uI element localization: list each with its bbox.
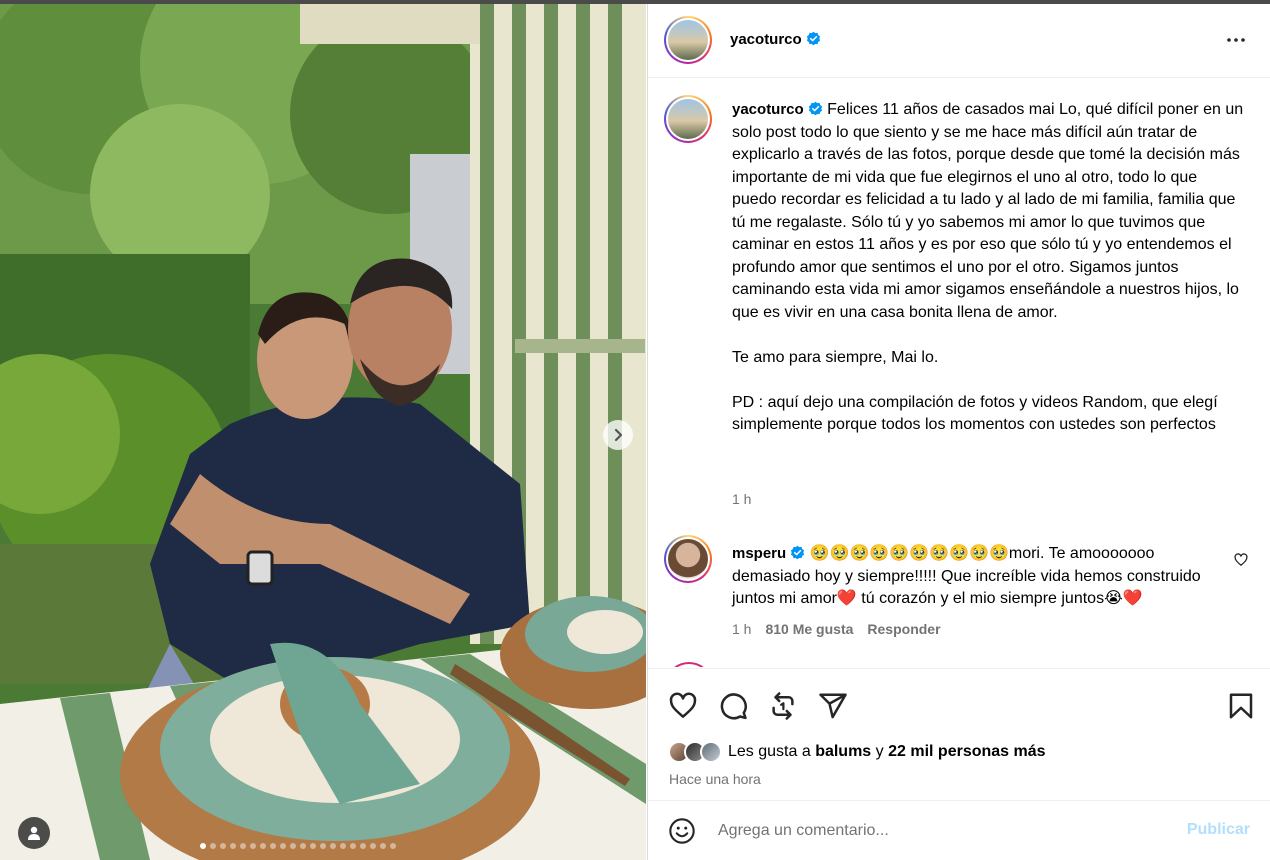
repost-icon[interactable] [768,691,798,721]
post-photo [0,4,646,860]
comment-reply-button[interactable]: Responder [867,621,940,637]
publish-button[interactable]: Publicar [1187,821,1250,839]
tagged-users-button[interactable] [18,817,50,849]
carousel-next-button[interactable] [603,420,633,450]
next-comment-avatar-peek [665,662,713,667]
carousel-dot [240,843,246,849]
caption-author-username[interactable]: yacoturco [732,101,823,118]
carousel-dot [340,843,346,849]
bookmark-icon[interactable] [1226,691,1256,721]
carousel-dot [310,843,316,849]
add-comment-bar: Publicar [648,800,1270,860]
carousel-dot [290,843,296,849]
carousel-dot [330,843,336,849]
carousel-dot [220,843,226,849]
author-avatar[interactable] [664,16,712,64]
heart-icon[interactable] [668,691,698,721]
carousel-dot [360,843,366,849]
verified-badge-icon [806,31,820,46]
carousel-dot [320,843,326,849]
comment-author-username[interactable]: msperu [732,545,805,562]
carousel-dot [200,843,206,849]
liker-avatars[interactable] [668,741,722,763]
comment-like-heart-icon[interactable] [1234,553,1248,567]
liker-avatar[interactable] [700,741,722,763]
comment-icon[interactable] [718,691,748,721]
caption-timestamp[interactable]: 1 h [732,491,751,507]
likes-prefix: Les gusta a [728,743,811,760]
caption-paragraph: Te amo para siempre, Mai lo. [732,348,939,366]
post-timestamp[interactable]: Hace una hora [669,771,761,787]
carousel-dot [250,843,256,849]
carousel-dot [350,843,356,849]
author-username[interactable]: yacoturco [730,31,821,48]
carousel-dot [280,843,286,849]
caption-paragraph: yacoturco Felices 11 años de casados mai… [732,101,1244,321]
likes-conjunction: y [875,743,884,760]
carousel-dot [300,843,306,849]
post-media[interactable] [0,4,646,860]
post-caption: yacoturco Felices 11 años de casados mai… [732,99,1244,437]
carousel-indicator [200,843,396,849]
comment-text: msperu 🥹🥹🥹🥹🥹🥹🥹🥹🥹🥹mori. Te amooooooo dema… [732,543,1228,611]
comments-scroll-area[interactable]: yacoturco Felices 11 años de casados mai… [648,79,1270,667]
carousel-dot [370,843,376,849]
user-tag-icon [28,826,40,840]
carousel-dot [390,843,396,849]
share-icon[interactable] [818,691,848,721]
comment-input[interactable] [718,819,1158,843]
caption-paragraph: PD : aquí dejo una compilación de fotos … [732,393,1218,434]
verified-badge-icon [808,101,822,116]
post-header: yacoturco [648,4,1270,78]
carousel-dot [260,843,266,849]
post-detail-panel: yacoturco yacoturco Felices 11 años de c… [647,4,1270,860]
comment-author-avatar[interactable] [664,535,712,583]
post-actions: Les gusta a balums y 22 mil personas más… [648,668,1270,800]
comment-meta: 1 h 810 Me gusta Responder [732,621,941,637]
comment-timestamp[interactable]: 1 h [732,621,751,637]
carousel-dot [380,843,386,849]
carousel-dot [230,843,236,849]
more-horizontal-icon[interactable] [1224,28,1248,52]
likes-others-count[interactable]: 22 mil personas más [888,743,1045,761]
carousel-dot [270,843,276,849]
chevron-right-icon [614,428,623,442]
liker-username[interactable]: balums [815,743,871,761]
caption-author-avatar[interactable] [664,95,712,143]
likes-summary: Les gusta a balums y 22 mil personas más [668,741,1046,763]
author-username-text[interactable]: yacoturco [730,31,802,48]
comment-likes-count[interactable]: 810 Me gusta [765,621,853,637]
carousel-dot [210,843,216,849]
verified-badge-icon [791,545,805,560]
emoji-icon[interactable] [668,817,696,845]
